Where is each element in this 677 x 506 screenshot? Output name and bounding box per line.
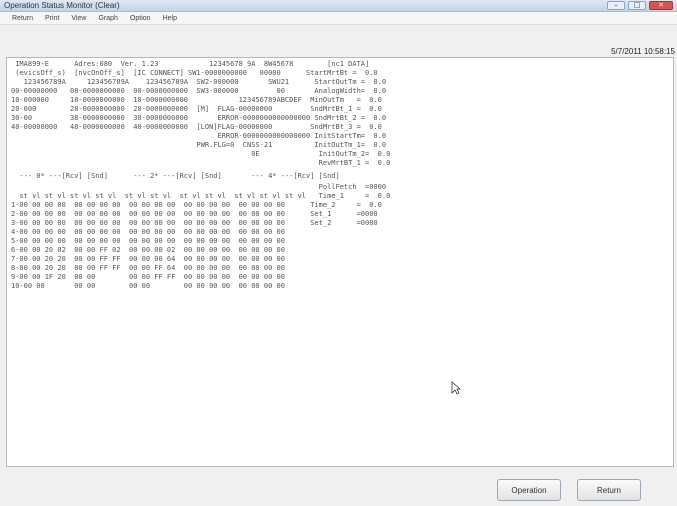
monitor-line: 5-00 00 00 00 00 00 00 00 00 00 00 00 00…: [11, 237, 285, 245]
app-window: Operation Status Monitor (Clear) – □ ✕ R…: [0, 0, 677, 506]
menu-view[interactable]: View: [71, 15, 86, 22]
mouse-pointer-icon: [451, 381, 461, 395]
monitor-line: 9-00 00 1F 20 00 00 00 00 FF FF 00 00 00…: [11, 273, 285, 281]
status-monitor-panel: IMA899-E Adres:080 Ver. 1.23 12345678 9A…: [6, 57, 674, 467]
monitor-line: 3-00 00 00 00 00 00 00 00 00 00 00 00 00…: [11, 219, 378, 227]
monitor-line: 0E InitOutTm_2= 0.0: [11, 150, 391, 158]
monitor-line: PollFetch =0000: [11, 183, 387, 191]
datetime-display: 5/7/2011 10:58:15: [611, 47, 675, 56]
window-controls: – □ ✕: [607, 1, 673, 10]
monitor-line: RevMrtBT_1 = 0.0: [11, 159, 391, 167]
minimize-button[interactable]: –: [607, 1, 625, 10]
monitor-line: --- 0* ---[Rcv] [Snd] --- 2* ---[Rcv] [S…: [11, 172, 340, 180]
monitor-line: 4-00 00 00 00 00 00 00 00 00 00 00 00 00…: [11, 228, 285, 236]
close-button[interactable]: ✕: [649, 1, 673, 10]
monitor-line: PWR.FLG=0 CNSS-21 InitOutTm_1= 0.0: [11, 141, 387, 149]
monitor-line: IMA899-E Adres:080 Ver. 1.23 12345678 9A…: [11, 60, 370, 68]
operation-button[interactable]: Operation: [497, 479, 561, 501]
monitor-line: 123456789A 123456789A 123456789A SW2-000…: [11, 78, 387, 86]
menu-bar: Return Print View Graph Option Help: [0, 12, 677, 25]
monitor-line: 2-00 00 00 00 00 00 00 00 00 00 00 00 00…: [11, 210, 378, 218]
monitor-line: 6-00 00 20 02 00 00 FF 02 00 00 00 02 00…: [11, 246, 285, 254]
bottom-button-bar: [0, 470, 677, 506]
return-button[interactable]: Return: [577, 479, 641, 501]
toolbar-area: [0, 26, 677, 46]
menu-help[interactable]: Help: [163, 15, 177, 22]
monitor-line: 00-00000000 08-0000000000 00-0000000000 …: [11, 87, 387, 95]
monitor-line: ERROR-0000000000000000 InitStartTm= 0.0: [11, 132, 387, 140]
monitor-line: 20-000 28-0000000000 20-0000000000 [M] F…: [11, 105, 382, 113]
menu-graph[interactable]: Graph: [98, 15, 117, 22]
maximize-button[interactable]: □: [628, 1, 646, 10]
monitor-line: 8-00 00 20 20 00 00 FF FF 00 00 FF 64 00…: [11, 264, 285, 272]
monitor-line: (evicsOff_s) [nvcOnOff_s] [IC CONNECT] S…: [11, 69, 378, 77]
monitor-line: 10-000000 18-0000000000 10-0000000000 12…: [11, 96, 382, 104]
monitor-line: st vl st vl st vl st vl st vl st vl st v…: [11, 192, 391, 200]
monitor-line: 7-00 00 20 20 00 00 FF FF 00 00 00 64 00…: [11, 255, 285, 263]
menu-print[interactable]: Print: [45, 15, 59, 22]
menu-option[interactable]: Option: [130, 15, 151, 22]
monitor-line: 10-00 00 00 00 00 00 00 00 00 00 00 00 0…: [11, 282, 285, 290]
title-bar: Operation Status Monitor (Clear) – □ ✕: [0, 0, 677, 12]
menu-return[interactable]: Return: [12, 15, 33, 22]
monitor-line: 30-00 38-0000000000 30-0000000000 ERROR-…: [11, 114, 387, 122]
monitor-line: 40-00000000 48-0000000000 40-0000000000 …: [11, 123, 382, 131]
monitor-line: 1-00 00 00 00 00 00 00 00 00 00 00 00 00…: [11, 201, 382, 209]
window-title: Operation Status Monitor (Clear): [4, 1, 120, 10]
